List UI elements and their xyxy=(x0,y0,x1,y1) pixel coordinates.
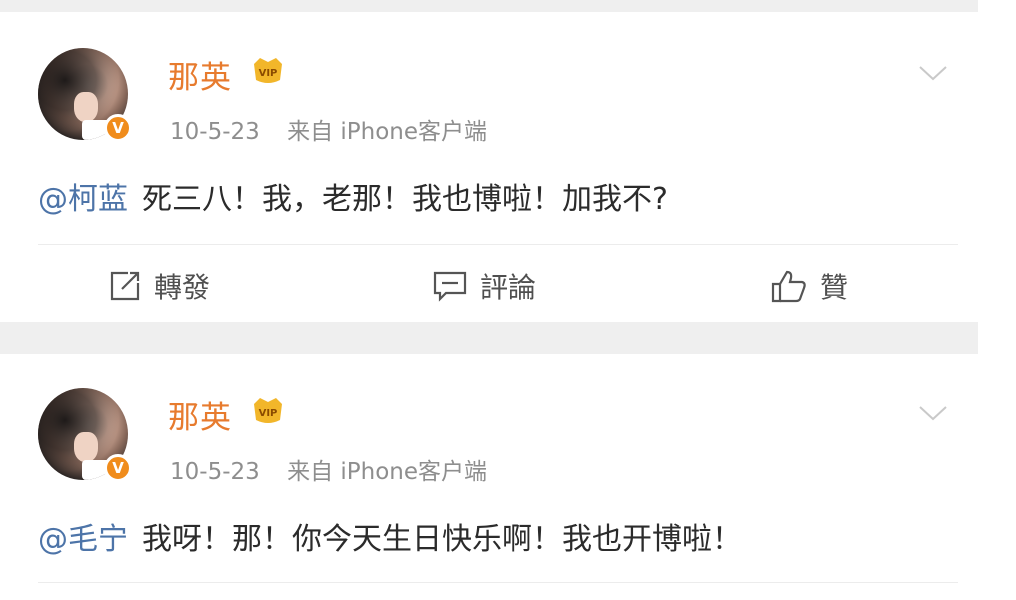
weibo-feed: V 那英 VIP 10-5-23 来自 iPhone客户端 @柯蓝 死三八！我，老… xyxy=(0,0,1016,600)
avatar[interactable]: V xyxy=(38,48,132,142)
comment-icon xyxy=(433,271,467,302)
post-content: @柯蓝 死三八！我，老那！我也博啦！加我不? xyxy=(38,174,668,218)
page-margin xyxy=(978,0,1016,600)
feed-separator xyxy=(0,322,978,354)
comment-label: 評論 xyxy=(480,271,537,304)
svg-text:VIP: VIP xyxy=(259,68,278,79)
post-text: 我呀！那！你今天生日快乐啊！我也开博啦！ xyxy=(142,522,742,557)
feed-separator xyxy=(0,0,978,12)
repost-button[interactable]: 轉發 xyxy=(108,264,210,308)
mention-link[interactable]: @毛宁 xyxy=(38,522,128,557)
vip-badge-icon: VIP xyxy=(254,58,282,83)
vip-badge-icon: VIP xyxy=(254,398,282,423)
chevron-down-icon[interactable] xyxy=(918,404,948,422)
mention-link[interactable]: @柯蓝 xyxy=(38,182,128,217)
divider xyxy=(38,244,958,245)
post-actions: 轉發 評論 贊 xyxy=(0,260,978,320)
repost-icon xyxy=(110,271,140,301)
svg-text:VIP: VIP xyxy=(259,408,278,419)
thumbs-up-icon xyxy=(771,270,806,303)
verified-badge-icon: V xyxy=(104,114,132,142)
repost-label: 轉發 xyxy=(154,271,211,304)
post-text: 死三八！我，老那！我也博啦！加我不? xyxy=(142,182,668,217)
verified-badge-icon: V xyxy=(104,454,132,482)
post-meta: 10-5-23 来自 iPhone客户端 xyxy=(170,112,487,146)
comment-button[interactable]: 評論 xyxy=(432,264,536,308)
username[interactable]: 那英 xyxy=(168,392,232,437)
like-button[interactable]: 贊 xyxy=(770,264,848,308)
post-date: 10-5-23 xyxy=(170,459,260,485)
username[interactable]: 那英 xyxy=(168,52,232,97)
post-date: 10-5-23 xyxy=(170,119,260,145)
divider xyxy=(38,582,958,583)
like-label: 贊 xyxy=(820,271,849,304)
post-content: @毛宁 我呀！那！你今天生日快乐啊！我也开博啦！ xyxy=(38,514,742,558)
feed-post: V 那英 VIP 10-5-23 来自 iPhone客户端 @毛宁 我呀！那！你今… xyxy=(0,354,978,600)
chevron-down-icon[interactable] xyxy=(918,64,948,82)
feed-post: V 那英 VIP 10-5-23 来自 iPhone客户端 @柯蓝 死三八！我，老… xyxy=(0,12,978,322)
post-meta: 10-5-23 来自 iPhone客户端 xyxy=(170,452,487,486)
avatar[interactable]: V xyxy=(38,388,132,482)
post-source: 来自 iPhone客户端 xyxy=(287,459,488,485)
post-source: 来自 iPhone客户端 xyxy=(287,119,488,145)
